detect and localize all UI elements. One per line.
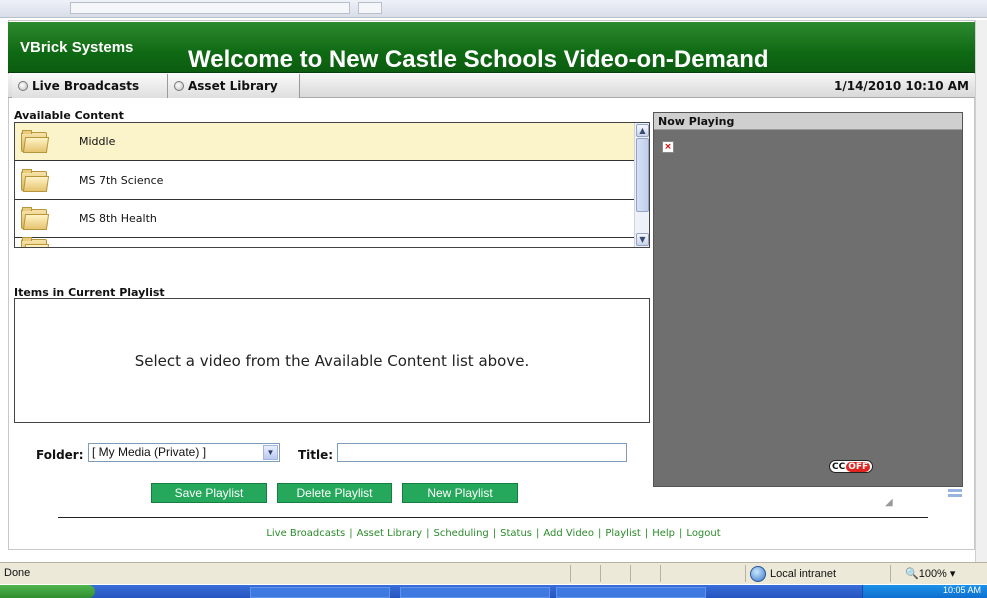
taskbar-item[interactable]: [400, 587, 550, 598]
radio-icon: [174, 81, 184, 91]
scroll-up-arrow-icon[interactable]: ▲: [636, 124, 649, 137]
status-divider: [660, 565, 661, 582]
current-datetime: 1/14/2010 10:10 AM: [834, 79, 969, 93]
status-divider: [630, 565, 631, 582]
now-playing-label: Now Playing: [654, 113, 962, 130]
app-header: VBrick Systems Welcome to New Castle Sch…: [8, 22, 975, 73]
new-playlist-button[interactable]: New Playlist: [402, 483, 518, 503]
available-content-label: Available Content: [14, 109, 124, 122]
expand-bars-icon[interactable]: [948, 489, 962, 497]
title-input[interactable]: [337, 443, 627, 462]
security-zone: Local intranet: [750, 565, 880, 583]
footer-separator: |: [597, 528, 602, 539]
footer-separator: |: [644, 528, 649, 539]
list-item-label: MS 7th Science: [79, 174, 164, 187]
broken-image-icon: ×: [662, 141, 674, 153]
tab-label: Asset Library: [188, 79, 278, 93]
content-item-ms-7th-science[interactable]: MS 7th Science: [15, 162, 635, 200]
system-tray: 10:05 AM: [862, 585, 987, 598]
now-playing-panel: Now Playing × CC OFF: [653, 112, 963, 487]
footer-separator: |: [349, 528, 353, 539]
content-item-partial[interactable]: [15, 237, 635, 247]
folder-selected-value: [ My Media (Private) ]: [92, 445, 207, 459]
status-text: Done: [4, 567, 31, 579]
toolbar-button-fragment[interactable]: [358, 2, 382, 14]
current-playlist-box: Select a video from the Available Conten…: [14, 298, 650, 423]
zoom-icon: 🔍: [905, 568, 919, 580]
globe-icon: [750, 566, 766, 582]
scroll-thumb[interactable]: [636, 138, 649, 212]
zoom-value: 100%: [918, 568, 947, 580]
list-item-label: MS 8th Health: [79, 212, 157, 225]
footer-link-playlist[interactable]: Playlist: [605, 528, 641, 539]
zone-label: Local intranet: [770, 568, 837, 580]
page-title: Welcome to New Castle Schools Video-on-D…: [188, 46, 769, 73]
folder-icon: [21, 168, 50, 193]
delete-playlist-button[interactable]: Delete Playlist: [277, 483, 392, 503]
footer-link-scheduling[interactable]: Scheduling: [433, 528, 488, 539]
windows-taskbar: 10:05 AM: [0, 585, 987, 598]
tab-live-broadcasts[interactable]: Live Broadcasts: [12, 74, 168, 98]
footer-separator: |: [679, 528, 683, 539]
footer-link-status[interactable]: Status: [500, 528, 532, 539]
content-item-middle[interactable]: Middle: [15, 123, 635, 161]
footer-link-live-broadcasts[interactable]: Live Broadcasts: [266, 528, 345, 539]
status-divider: [745, 565, 746, 582]
status-divider: [600, 565, 601, 582]
divider: [58, 517, 928, 518]
browser-scrollbar[interactable]: [975, 20, 987, 562]
footer-links: Live Broadcasts | Asset Library | Scheduling…: [0, 528, 987, 539]
browser-toolbar: [0, 0, 987, 18]
folder-icon: [21, 206, 50, 231]
scroll-down-arrow-icon[interactable]: ▼: [636, 233, 649, 246]
footer-link-asset-library[interactable]: Asset Library: [357, 528, 422, 539]
resize-handle-icon[interactable]: ◢: [885, 497, 893, 508]
chevron-down-icon: ▾: [949, 568, 956, 580]
tab-label: Live Broadcasts: [32, 79, 140, 93]
footer-separator: |: [492, 528, 497, 539]
cc-label: CC: [832, 461, 846, 472]
footer-link-help[interactable]: Help: [652, 528, 675, 539]
footer-link-logout[interactable]: Logout: [686, 528, 720, 539]
folder-icon: [21, 237, 50, 247]
brand-name: VBrick Systems: [20, 39, 134, 56]
folder-dropdown[interactable]: [ My Media (Private) ] ▼: [88, 443, 280, 462]
content-scrollbar[interactable]: ▲ ▼: [634, 123, 649, 247]
available-content-list: Middle MS 7th Science MS 8th Health ▲ ▼: [14, 122, 650, 248]
cc-state: OFF: [846, 461, 871, 472]
chevron-down-icon[interactable]: ▼: [263, 445, 278, 460]
footer-separator: |: [536, 528, 540, 539]
taskbar-item[interactable]: [556, 587, 706, 598]
radio-icon: [18, 81, 28, 91]
status-bar: Done Local intranet 🔍100% ▾: [0, 562, 987, 584]
status-divider: [570, 565, 571, 582]
footer-separator: |: [426, 528, 430, 539]
taskbar-item[interactable]: [250, 587, 390, 598]
save-playlist-button[interactable]: Save Playlist: [151, 483, 267, 503]
tab-asset-library[interactable]: Asset Library: [168, 74, 300, 98]
content-item-ms-8th-health[interactable]: MS 8th Health: [15, 200, 635, 238]
closed-caption-toggle[interactable]: CC OFF: [829, 460, 874, 473]
folder-label: Folder:: [36, 448, 84, 462]
playlist-empty-message: Select a video from the Available Conten…: [134, 351, 530, 370]
nav-bar: Live Broadcasts Asset Library 1/14/2010 …: [8, 74, 975, 98]
footer-link-add-video[interactable]: Add Video: [543, 528, 594, 539]
zoom-level[interactable]: 🔍100% ▾: [905, 567, 955, 580]
taskbar-clock: 10:05 AM: [942, 585, 981, 595]
address-bar-fragment[interactable]: [70, 2, 350, 14]
title-label: Title:: [298, 448, 334, 462]
folder-icon: [21, 129, 50, 154]
status-divider: [890, 565, 891, 582]
list-item-label: Middle: [79, 135, 116, 148]
browser-window: VBrick Systems Welcome to New Castle Sch…: [0, 0, 987, 598]
start-button[interactable]: [0, 585, 95, 598]
